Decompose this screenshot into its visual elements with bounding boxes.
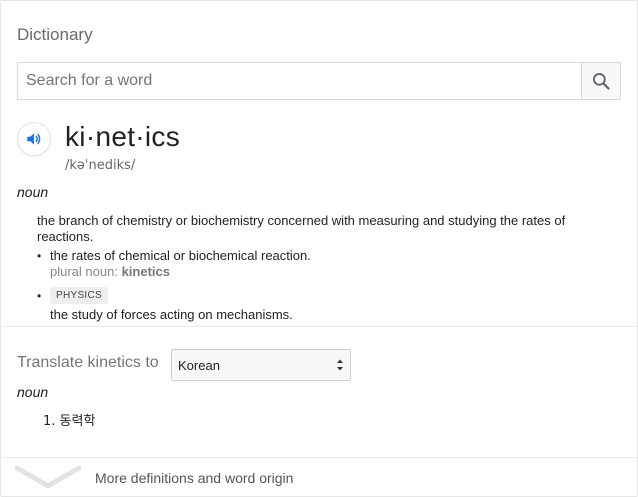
dictionary-card: Dictionary ki·net·ics /kəˈnediks/ noun t… [0, 0, 638, 497]
main-definition: the branch of chemistry or biochemistry … [37, 213, 566, 244]
search-input[interactable] [18, 63, 583, 99]
sense-text: the rates of chemical or biochemical rea… [50, 248, 311, 263]
language-select-value: Korean [178, 357, 220, 373]
card-title: Dictionary [17, 25, 93, 44]
sense-note: plural noun: kinetics [50, 264, 597, 280]
sense-list: • the rates of chemical or biochemical r… [37, 248, 597, 329]
part-of-speech: noun [17, 184, 49, 200]
sense-note-label: plural noun: [50, 264, 118, 279]
more-definitions-button[interactable]: More definitions and word origin [1, 458, 637, 496]
search-icon [593, 73, 610, 90]
pronunciation-button[interactable] [17, 122, 51, 156]
translation-number: 1. [43, 414, 56, 429]
select-arrows-icon [337, 359, 343, 371]
speaker-icon [27, 133, 41, 145]
section-divider [1, 326, 637, 327]
more-definitions-label: More definitions and word origin [95, 470, 294, 486]
sense-item: • PHYSICS the study of forces acting on … [37, 286, 597, 323]
chevron-down-icon [15, 465, 81, 489]
subject-tag: PHYSICS [50, 287, 109, 304]
translate-label: Translate kinetics to [17, 354, 159, 371]
translation-item: 1. 동력학 [43, 410, 95, 429]
sense-text: the study of forces acting on mechanisms… [50, 307, 293, 322]
translation-text: 동력학 [59, 414, 96, 429]
bullet: • [37, 289, 42, 303]
bullet: • [37, 249, 42, 263]
search-box [17, 62, 621, 100]
headword: ki·net·ics [65, 121, 181, 152]
language-select[interactable]: Korean [171, 349, 351, 381]
translation-part-of-speech: noun [17, 384, 49, 400]
search-button[interactable] [581, 63, 620, 99]
sense-note-value: kinetics [121, 264, 170, 279]
phonetic-spelling: /kəˈnediks/ [65, 158, 136, 173]
sense-item: • the rates of chemical or biochemical r… [37, 248, 597, 280]
